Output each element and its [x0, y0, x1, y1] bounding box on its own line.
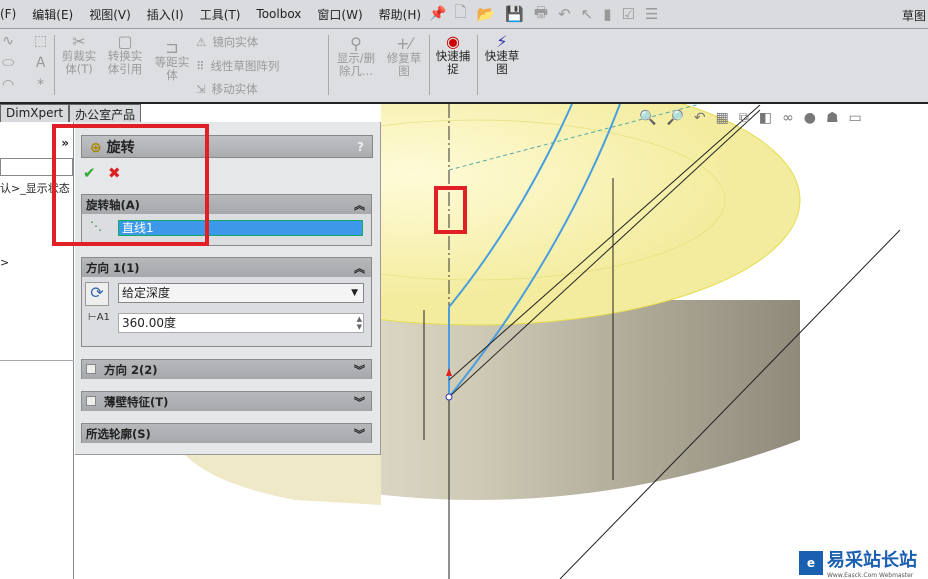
model-view [381, 104, 901, 579]
rebuild-icon[interactable]: ▮ [603, 5, 611, 23]
cylinder-side [381, 300, 800, 500]
dropdown-arrow-icon: ▼ [351, 288, 358, 298]
ellipse-icon[interactable]: ⬭ [2, 55, 14, 71]
highlight-box-centerline [434, 186, 467, 234]
tab-dimxpert[interactable]: DimXpert [0, 104, 70, 122]
linear-pattern-button[interactable]: ⠿ 线性草图阵列 [196, 58, 279, 74]
heads-up-view-toolbar: 🔍 🔎 ↶ ▦ ⧉ ◧ ∞ ● ☗ ▭ [639, 110, 862, 126]
collapse-icon[interactable]: ︽ [354, 260, 365, 276]
view-orientation-icon[interactable]: ⧉ [739, 110, 749, 126]
zoom-to-fit-icon[interactable]: 🔍 [639, 110, 656, 126]
save-icon[interactable]: 💾 [505, 5, 524, 23]
thin-feature-checkbox[interactable] [86, 395, 96, 406]
graphics-area[interactable]: 🔍 🔎 ↶ ▦ ⧉ ◧ ∞ ● ☗ ▭ e 易采站长站 Www.Easck.Com Webmaste… [381, 104, 928, 579]
menu-view[interactable]: 视图(V) [81, 6, 139, 23]
command-manager-tabs: DimXpert 办公室产品 [0, 104, 142, 122]
angle-icon: ⊢A1 [88, 312, 110, 323]
menu-edit[interactable]: 编辑(E) [24, 6, 81, 23]
tree-item[interactable]: > [0, 256, 9, 269]
undo-icon[interactable]: ↶ [558, 5, 571, 23]
window-title: 草图 [901, 9, 926, 23]
menu-tools[interactable]: 工具(T) [192, 6, 249, 23]
thin-feature-section[interactable]: 薄壁特征(T) ︾ [81, 391, 372, 411]
expand-icon[interactable]: ︾ [354, 362, 365, 378]
hide-show-icon[interactable]: ∞ [782, 110, 794, 126]
open-icon[interactable]: 📂 [477, 5, 496, 23]
watermark-logo-icon: e [799, 550, 823, 575]
rapid-sketch-button[interactable]: ⚡ 快速草图 [482, 32, 522, 76]
move-icon: ⇲ [196, 82, 206, 96]
expand-icon[interactable]: ︾ [354, 394, 365, 410]
rectangle-icon[interactable]: ⬚ [34, 33, 47, 49]
display-style-icon[interactable]: ◧ [759, 110, 772, 126]
direction1-section: 方向 1(1) ︽ ⟳ 给定深度 ▼ ⊢A1 360.00度 ▲ ▼ [81, 257, 372, 347]
convert-icon: ▢ [117, 32, 133, 51]
direction2-section[interactable]: 方向 2(2) ︾ [81, 359, 372, 379]
section-view-icon[interactable]: ▦ [716, 110, 729, 126]
menu-bar: (F) 编辑(E) 视图(V) 插入(I) 工具(T) Toolbox 窗口(W… [0, 0, 928, 29]
menu-file[interactable]: (F) [0, 7, 24, 21]
offset-icon: ⊐ [165, 38, 179, 57]
help-button[interactable]: ? [357, 140, 364, 154]
menu-toolbox[interactable]: Toolbox [248, 7, 309, 21]
collapse-icon[interactable]: ︽ [354, 197, 365, 213]
graphics-area-left[interactable] [75, 455, 381, 579]
select-icon[interactable]: ↖ [581, 5, 594, 23]
spline-icon[interactable]: ∿ [2, 33, 14, 49]
relations-icon: ⚲ [350, 34, 362, 53]
point-icon[interactable]: * [37, 77, 44, 93]
show-delete-relations-button[interactable]: ⚲ 显示/删除几... [334, 34, 378, 78]
angle-input[interactable]: 360.00度 ▲ ▼ [118, 313, 364, 333]
expand-icon[interactable]: ︾ [354, 426, 365, 442]
options-icon[interactable]: ☑ [622, 5, 635, 23]
mirror-icon: ⚠ [196, 35, 207, 49]
offset-entities-button[interactable]: ⊐ 等距实体 [152, 38, 192, 82]
list-icon[interactable]: ☰ [645, 5, 658, 23]
repair-sketch-button[interactable]: +⁄ 修复草图 [384, 34, 424, 78]
menu-window[interactable]: 窗口(W) [309, 6, 370, 23]
arc-icon[interactable]: ◠ [2, 77, 14, 93]
pin-icon[interactable]: 📌 [429, 6, 446, 22]
tab-office-products[interactable]: 办公室产品 [69, 104, 142, 122]
watermark: e 易采站长站 Www.Easck.Com Webmaster [795, 544, 921, 579]
trim-entities-button[interactable]: ✂ 剪裁实体(T) [60, 32, 98, 76]
direction1-header: 方向 1(1) [86, 260, 140, 275]
quick-snap-button[interactable]: ◉ 快速捕捉 [433, 32, 473, 76]
direction2-checkbox[interactable] [86, 363, 96, 374]
pattern-icon: ⠿ [196, 59, 205, 73]
sketch-toolbar: ∿ ⬭ ◠ ⬚ A * ✂ 剪裁实体(T) ▢ 转换实体引用 ⊐ 等距实体 ⚠ 镜向实体 ⠿ 线性… [0, 29, 928, 104]
angle-spinner[interactable]: ▲ ▼ [357, 315, 362, 331]
zoom-area-icon[interactable]: 🔎 [666, 110, 683, 126]
trim-icon: ✂ [72, 32, 86, 51]
reverse-direction-button[interactable]: ⟳ [85, 282, 109, 306]
repair-icon: +⁄ [395, 34, 413, 53]
convert-entities-button[interactable]: ▢ 转换实体引用 [104, 32, 146, 76]
menu-help[interactable]: 帮助(H) [371, 6, 429, 23]
previous-view-icon[interactable]: ↶ [694, 110, 706, 126]
rapid-sketch-icon: ⚡ [496, 32, 508, 51]
end-condition-select[interactable]: 给定深度 ▼ [118, 283, 364, 303]
new-icon[interactable]: 🗋 [454, 2, 466, 27]
move-entities-button[interactable]: ⇲ 移动实体 [196, 81, 258, 97]
print-icon[interactable]: 🖶 [534, 2, 548, 27]
quick-snap-icon: ◉ [446, 32, 460, 51]
highlight-box-axis [52, 124, 209, 246]
menu-insert[interactable]: 插入(I) [139, 6, 192, 23]
mirror-entities-button[interactable]: ⚠ 镜向实体 [196, 34, 258, 50]
appearance-icon[interactable]: ● [804, 110, 816, 126]
scene-icon[interactable]: ☗ [826, 110, 839, 126]
view-settings-icon[interactable]: ▭ [849, 110, 862, 126]
text-icon[interactable]: A [36, 55, 46, 71]
selected-contours-section[interactable]: 所选轮廓(S) ︾ [81, 423, 372, 443]
